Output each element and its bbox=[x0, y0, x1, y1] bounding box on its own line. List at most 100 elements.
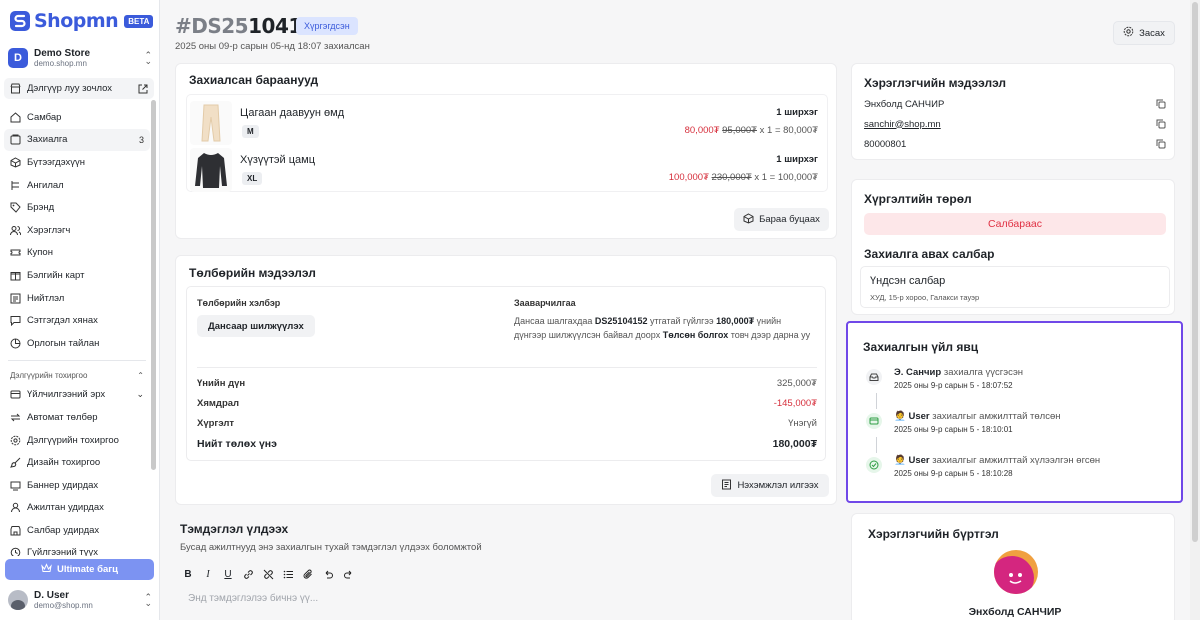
subtotal-row: Үнийн дүн 325,000₮ bbox=[197, 378, 817, 392]
inbox-icon bbox=[866, 369, 882, 385]
card-title: Захиалсан бараанууд bbox=[189, 73, 319, 87]
ordered-products-card: Захиалсан бараанууд Цагаан даавуун өмд M… bbox=[175, 63, 837, 239]
bold-icon[interactable]: B bbox=[182, 568, 194, 580]
store-name: Demo Store bbox=[34, 48, 91, 59]
store-domain: demo.shop.mn bbox=[34, 59, 87, 68]
attach-icon[interactable] bbox=[302, 568, 314, 580]
redo-icon[interactable] bbox=[342, 568, 354, 580]
copy-icon[interactable] bbox=[1156, 119, 1166, 129]
store-settings-section[interactable]: Дэлгүүрийн тохиргоо ⌃ bbox=[4, 368, 150, 384]
card-title: Төлбөрийн мэдээлэл bbox=[189, 266, 316, 280]
sidebar-item-license[interactable]: Үйлчилгээний эрх ⌄ bbox=[4, 384, 150, 407]
event-time: 2025 оны 9-р сарын 5 - 18:07:52 bbox=[894, 381, 1013, 390]
list-item[interactable]: Хүзүүтэй цамц XL 1 ширхэг 100,000₮ 230,0… bbox=[190, 148, 826, 196]
payment-instructions: Дансаа шалгахдаа DS25104152 утгатай гүйл… bbox=[514, 314, 814, 342]
upgrade-plan-button[interactable]: Ultimate багц bbox=[5, 559, 154, 580]
card-title: Хэрэглэгчийн бүртгэл bbox=[868, 527, 999, 541]
chevron-updown-icon: ⌃ ⌄ bbox=[144, 50, 152, 66]
gear-icon bbox=[1123, 26, 1134, 40]
chevron-updown-icon: ⌃ ⌄ bbox=[144, 592, 152, 608]
row-label: Үнийн дүн bbox=[197, 378, 246, 389]
sidebar-item-gift-cards[interactable]: Бэлгийн карт bbox=[4, 264, 150, 287]
sidebar-item-design[interactable]: Дизайн тохиргоо bbox=[4, 451, 150, 474]
upgrade-label: Ultimate багц bbox=[56, 564, 119, 575]
italic-icon[interactable]: I bbox=[202, 568, 214, 580]
sidebar-item-label: Баннер удирдах bbox=[27, 479, 99, 491]
sidebar-item-banners[interactable]: Баннер удирдах bbox=[4, 474, 150, 497]
sidebar-item-products[interactable]: Бүтээгдэхүүн bbox=[4, 151, 150, 174]
event-text: 🧑‍💼 User захиалгыг амжилттай төлсөн bbox=[894, 411, 1060, 422]
sidebar-item-brands[interactable]: Брэнд bbox=[4, 196, 150, 219]
timeline-event: Э. Санчир захиалга үүсгэсэн 2025 оны 9-р… bbox=[866, 367, 1166, 397]
instr-button-name: Төлсөн болгох bbox=[662, 330, 729, 340]
sidebar-item-transactions[interactable]: Гүйлгээний түүх bbox=[4, 542, 150, 556]
sidebar-item-label: Дизайн тохиргоо bbox=[27, 457, 101, 469]
chevron-down-icon: ⌄ bbox=[136, 389, 144, 400]
sidebar-item-staff[interactable]: Ажилтан удирдах bbox=[4, 497, 150, 520]
sidebar-item-label: Ангилал bbox=[27, 179, 64, 191]
user-emoji-icon: 🧑‍💼 bbox=[894, 411, 906, 422]
beta-badge: BETA bbox=[124, 14, 154, 28]
user-menu[interactable]: D. User demo@shop.mn ⌃ ⌄ bbox=[8, 587, 152, 613]
sidebar-item-label: Купон bbox=[27, 247, 53, 259]
event-action: захиалгыг амжилттай төлсөн bbox=[932, 411, 1061, 422]
sidebar-item-label: Самбар bbox=[27, 111, 62, 123]
brand-logo[interactable]: Shopmn BETA bbox=[10, 8, 154, 34]
sidebar-item-label: Орлогын тайлан bbox=[27, 337, 100, 349]
sidebar-item-label: Ажилтан удирдах bbox=[27, 502, 104, 514]
row-value: -145,000₮ bbox=[773, 398, 817, 409]
payment-method-label: Төлбөрийн хэлбэр bbox=[197, 298, 281, 308]
sidebar-item-branches[interactable]: Салбар удирдах bbox=[4, 519, 150, 542]
event-action: захиалга үүсгэсэн bbox=[943, 367, 1024, 378]
sidebar-item-customers[interactable]: Хэрэглэгч bbox=[4, 219, 150, 242]
send-invoice-button[interactable]: Нэхэмжлэл илгээх bbox=[711, 474, 829, 497]
customer-email[interactable]: sanchir@shop.mn bbox=[864, 117, 1164, 131]
sidebar-item-label: Дэлгүүрийн тохиргоо bbox=[27, 434, 119, 446]
staff-icon bbox=[10, 502, 21, 513]
sidebar-item-reviews[interactable]: Сэтгэгдэл хянах bbox=[4, 309, 150, 332]
product-image bbox=[190, 101, 232, 145]
category-icon bbox=[10, 180, 21, 191]
sidebar-item-store-settings[interactable]: Дэлгүүрийн тохиргоо bbox=[4, 429, 150, 452]
sidebar-item-income-report[interactable]: Орлогын тайлан bbox=[4, 332, 150, 355]
underline-icon[interactable]: U bbox=[222, 568, 234, 580]
user-emoji-icon: 🧑‍💼 bbox=[894, 455, 906, 466]
page-scrollbar[interactable] bbox=[1192, 2, 1198, 542]
notes-input[interactable]: Энд тэмдэглэлээ бичнэ үү... bbox=[188, 593, 318, 604]
link-icon[interactable] bbox=[242, 568, 254, 580]
visit-store-button[interactable]: Дэлгүүр луу зочлох bbox=[4, 78, 154, 99]
undo-icon[interactable] bbox=[322, 568, 334, 580]
sidebar-item-orders[interactable]: Захиалга 3 bbox=[4, 128, 150, 152]
list-item[interactable]: Цагаан даавуун өмд M 1 ширхэг 80,000₮ 95… bbox=[190, 101, 826, 149]
timeline-connector bbox=[876, 393, 877, 409]
payment-icon bbox=[866, 413, 882, 429]
sidebar-item-auto-pay[interactable]: Автомат төлбөр bbox=[4, 406, 150, 429]
list-icon[interactable] bbox=[282, 568, 294, 580]
external-link-icon bbox=[137, 83, 148, 94]
product-price: 80,000₮ 95,000₮ x 1 = 80,000₮ bbox=[685, 125, 818, 136]
copy-icon[interactable] bbox=[1156, 99, 1166, 109]
sidebar-item-articles[interactable]: Нийтлэл bbox=[4, 287, 150, 310]
sidebar-item-coupons[interactable]: Купон bbox=[4, 242, 150, 265]
sidebar-item-categories[interactable]: Ангилал bbox=[4, 174, 150, 197]
row-label: Хүргэлт bbox=[197, 418, 235, 429]
sale-price: 100,000₮ bbox=[668, 172, 709, 183]
copy-icon[interactable] bbox=[1156, 139, 1166, 149]
old-price: 230,000₮ bbox=[711, 172, 752, 183]
price-calc: x 1 = 80,000₮ bbox=[759, 125, 818, 136]
sidebar-item-dashboard[interactable]: Самбар bbox=[4, 106, 150, 129]
instr-text: Дансаа шалгахдаа bbox=[514, 316, 595, 326]
store-switcher[interactable]: D Demo Store demo.shop.mn ⌃ ⌄ bbox=[8, 44, 152, 72]
avatar bbox=[994, 550, 1038, 594]
crown-icon bbox=[41, 563, 52, 576]
sidebar-item-label: Нийтлэл bbox=[27, 292, 65, 304]
order-timeline-card: Захиалгын үйл явц Э. Санчир захиалга үүс… bbox=[846, 321, 1183, 503]
sidebar-scrollbar[interactable] bbox=[151, 100, 156, 470]
event-actor: User bbox=[908, 455, 930, 466]
unlink-icon[interactable] bbox=[262, 568, 274, 580]
edit-button[interactable]: Засах bbox=[1113, 21, 1175, 45]
pickup-branch: Үндсэн салбар ХУД, 15-р хороо, Галакси т… bbox=[860, 266, 1170, 308]
order-id-prefix: #DS25 bbox=[175, 14, 249, 38]
return-items-button[interactable]: Бараа буцаах bbox=[734, 208, 829, 231]
sidebar-item-label: Гүйлгээний түүх bbox=[27, 547, 99, 556]
